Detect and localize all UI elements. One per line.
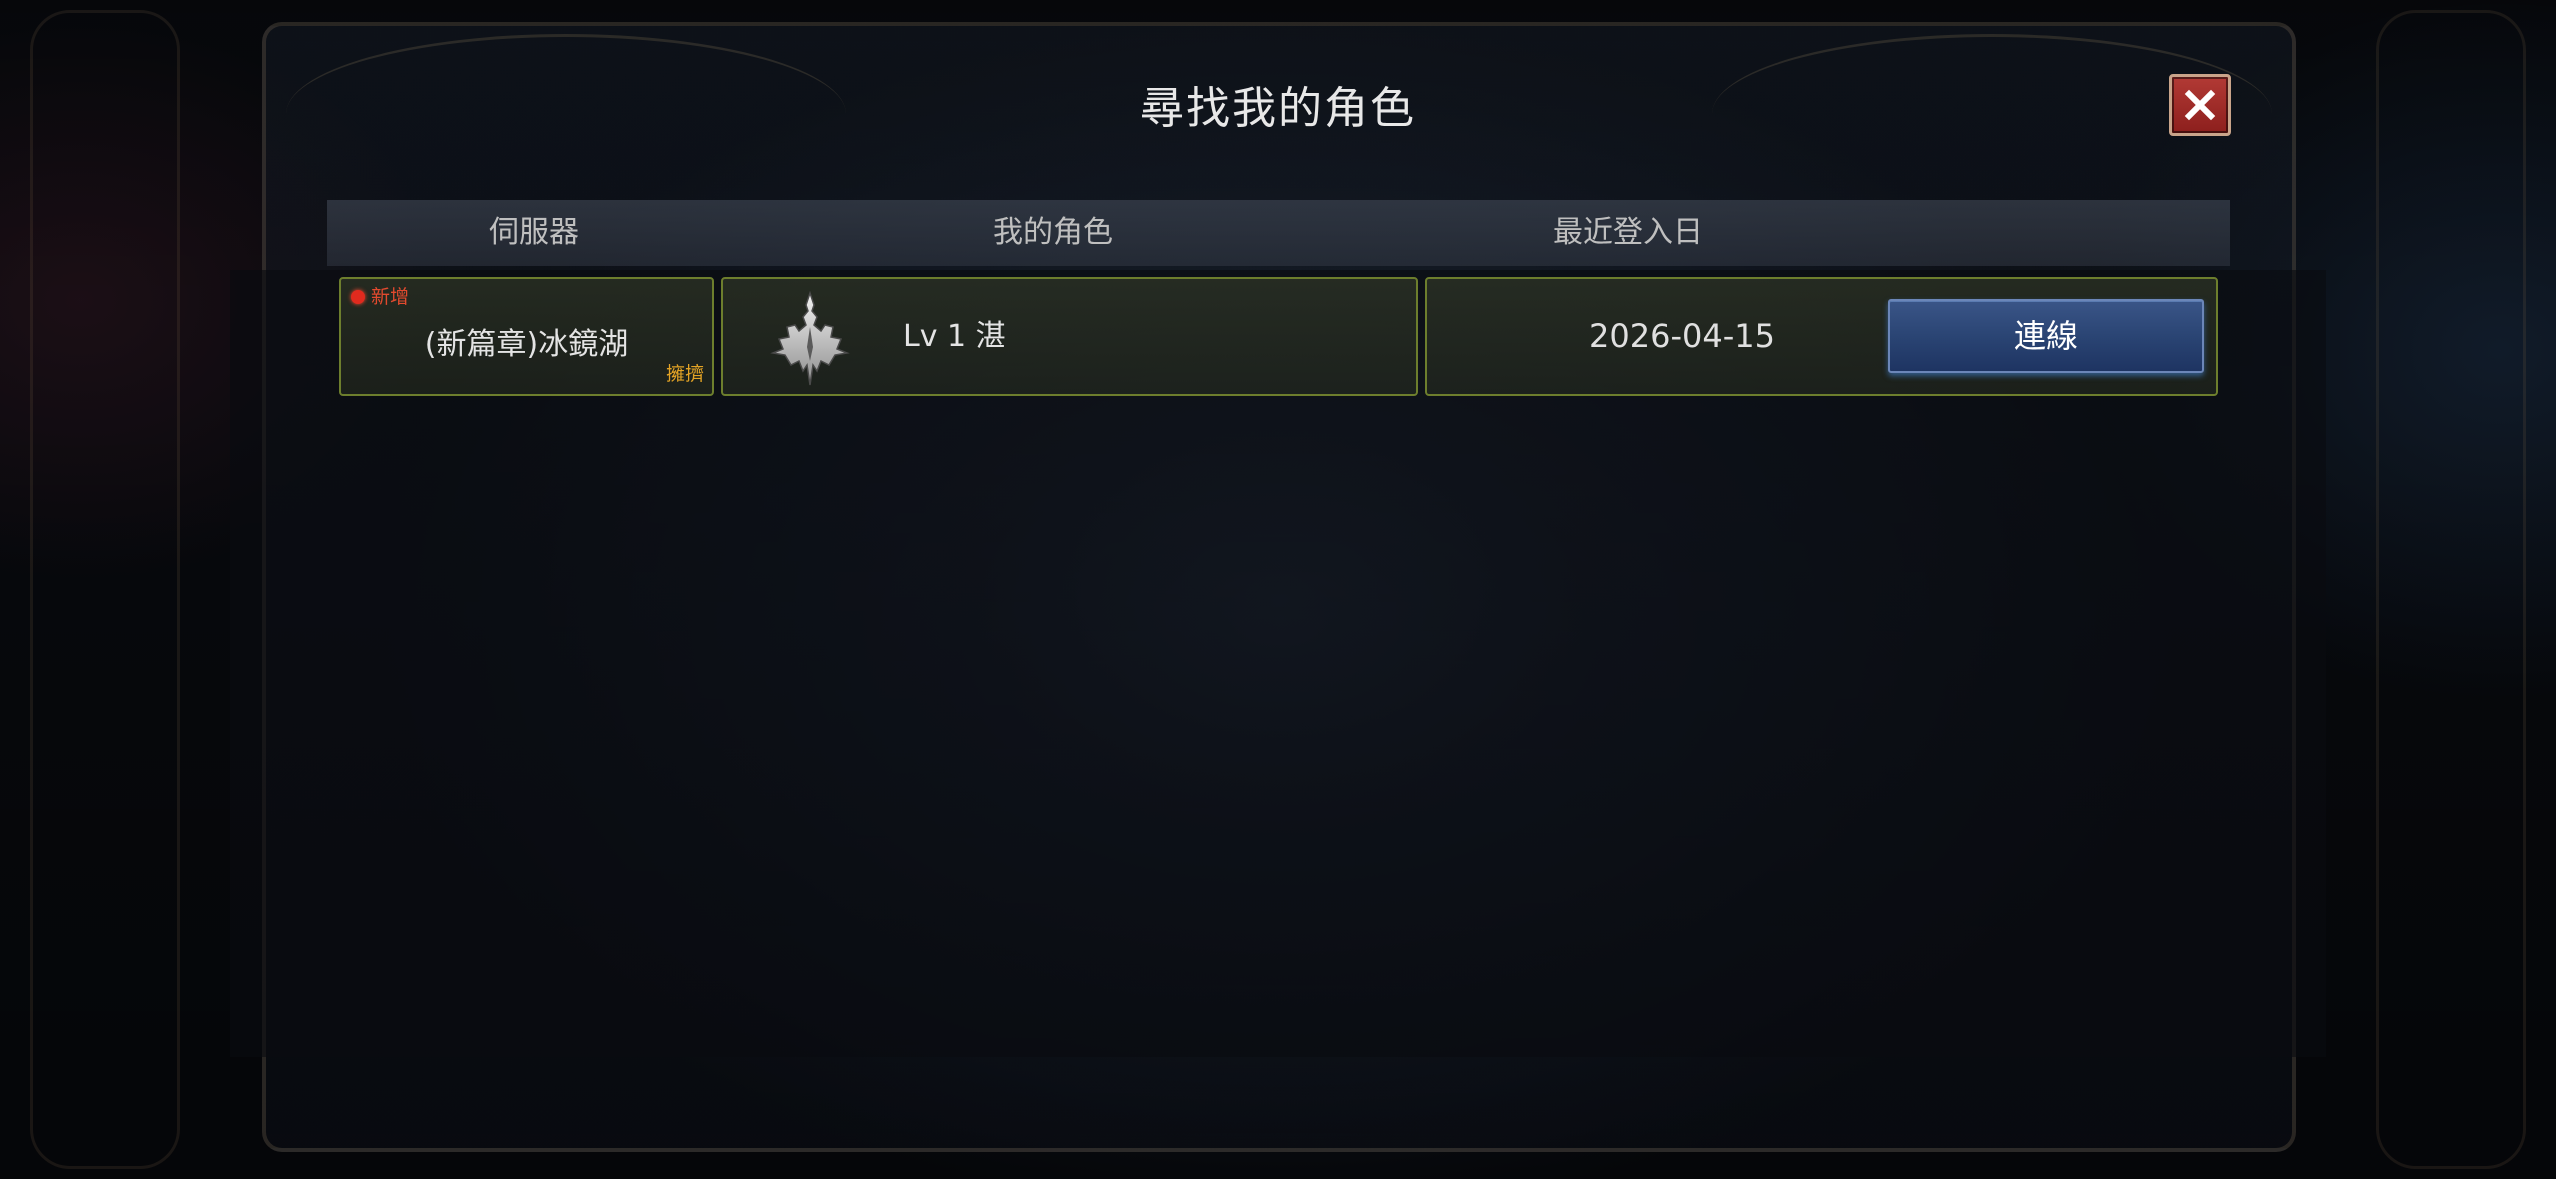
column-header-server: 伺服器 xyxy=(489,215,579,250)
connect-button[interactable]: 連線 xyxy=(1888,299,2204,373)
new-badge: 新增 xyxy=(351,285,409,309)
background-frame-left xyxy=(30,10,180,1169)
character-cell[interactable]: Lv 1 湛 xyxy=(721,277,1418,396)
last-login-cell: 2026-04-15 連線 xyxy=(1425,277,2218,396)
server-name: (新篇章)冰鏡湖 xyxy=(424,327,629,362)
table-header: 伺服器 我的角色 最近登入日 xyxy=(327,200,2230,266)
class-emblem-icon xyxy=(770,291,850,386)
new-dot-icon xyxy=(351,290,365,304)
column-header-last-login: 最近登入日 xyxy=(1553,215,1703,250)
character-name: Lv 1 湛 xyxy=(903,319,1006,354)
server-status: 擁擠 xyxy=(665,363,704,385)
close-button[interactable] xyxy=(2169,74,2231,136)
last-login-date: 2026-04-15 xyxy=(1589,317,1775,355)
server-cell[interactable]: 新增 (新篇章)冰鏡湖 擁擠 xyxy=(339,277,714,396)
close-icon xyxy=(2184,89,2216,121)
column-header-character: 我的角色 xyxy=(993,215,1113,250)
background-frame-right xyxy=(2376,10,2526,1169)
new-badge-label: 新增 xyxy=(371,286,410,308)
